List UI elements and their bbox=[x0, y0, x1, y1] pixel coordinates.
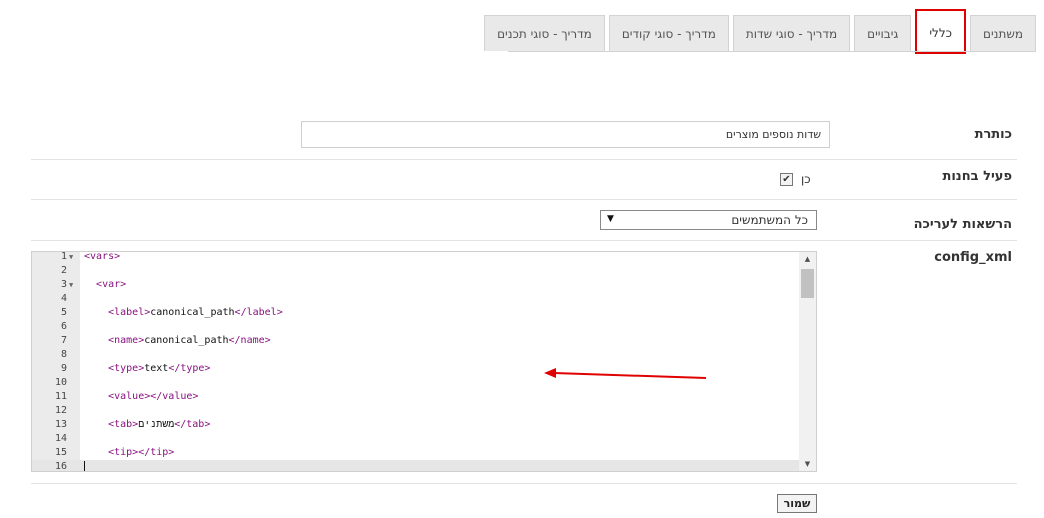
line-number: 10 bbox=[54, 377, 67, 388]
line-number: 11 bbox=[54, 391, 67, 402]
code-line-text: <value></value> bbox=[108, 391, 199, 402]
code-line[interactable]: 15 <tip></tip> bbox=[32, 446, 799, 460]
code-line[interactable]: 2 bbox=[32, 264, 799, 278]
scrollbar-thumb[interactable] bbox=[801, 269, 814, 298]
row-divider bbox=[31, 199, 1017, 200]
tab-guide-field-types[interactable]: מדריך - סוגי שדות bbox=[732, 15, 851, 51]
line-number: 4 bbox=[60, 293, 67, 304]
code-line-text: <name>canonical_path</name> bbox=[108, 335, 271, 346]
tab-bar-underline bbox=[508, 51, 1036, 52]
code-line[interactable]: 7 <name>canonical_path</name> bbox=[32, 334, 799, 348]
fold-toggle-icon[interactable]: ▼ bbox=[69, 278, 73, 292]
editor-vertical-scrollbar[interactable]: ▲ ▼ bbox=[799, 252, 816, 471]
code-line-text: <label>canonical_path</label> bbox=[108, 307, 283, 318]
tab-general[interactable]: כללי bbox=[915, 9, 966, 54]
line-number: 6 bbox=[60, 321, 67, 332]
code-line-text: <vars> bbox=[84, 251, 121, 262]
code-line[interactable]: 13 <tab>משתנים</tab> bbox=[32, 418, 799, 432]
line-number: 13 bbox=[54, 419, 67, 430]
code-line[interactable]: 5 <label>canonical_path</label> bbox=[32, 306, 799, 320]
line-number: 15 bbox=[54, 447, 67, 458]
title-label: כותרת bbox=[974, 127, 1012, 142]
active-in-store-label: פעיל בחנות bbox=[942, 169, 1012, 184]
code-line-text: <var> bbox=[96, 279, 127, 290]
tab-guide-code-types[interactable]: מדריך - סוגי קודים bbox=[608, 15, 729, 51]
code-line[interactable]: 14 bbox=[32, 432, 799, 446]
line-number: 9 bbox=[60, 363, 67, 374]
line-number: 8 bbox=[60, 349, 67, 360]
annotation-arrow-icon bbox=[544, 368, 707, 379]
scroll-up-arrow-icon[interactable]: ▲ bbox=[799, 252, 816, 266]
edit-permissions-select[interactable]: כל המשתמשים ▼ bbox=[600, 210, 817, 230]
edit-permissions-label: הרשאות לעריכה bbox=[913, 217, 1012, 232]
tab-guide-content-types[interactable]: מדריך - סוגי תכנים bbox=[484, 15, 605, 51]
code-line-text: <type>text</type> bbox=[108, 363, 211, 374]
line-number: 14 bbox=[54, 433, 67, 444]
line-number: 2 bbox=[60, 265, 67, 276]
active-in-store-checkbox[interactable]: ✔ bbox=[780, 172, 793, 186]
row-divider bbox=[31, 159, 1017, 160]
line-number: 12 bbox=[54, 405, 67, 416]
title-input-value: שדות נוספים מוצרים bbox=[725, 128, 821, 141]
line-number: 1 bbox=[60, 251, 67, 262]
scroll-down-arrow-icon[interactable]: ▼ bbox=[799, 457, 816, 471]
code-line[interactable]: 4 bbox=[32, 292, 799, 306]
dropdown-arrow-icon: ▼ bbox=[607, 214, 614, 224]
code-line-text: <tip></tip> bbox=[108, 447, 175, 458]
code-lines: 1 ▼ <vars> 2 3 ▼ <var> 4 5 <label>canonical_pat… bbox=[32, 251, 799, 472]
edit-permissions-value: כל המשתמשים bbox=[731, 213, 808, 227]
tab-backups[interactable]: גיבויים bbox=[854, 15, 912, 51]
text-cursor bbox=[84, 461, 85, 471]
code-line[interactable]: 3 ▼ <var> bbox=[32, 278, 799, 292]
title-input[interactable]: שדות נוספים מוצרים bbox=[301, 121, 830, 148]
code-line[interactable]: 11 <value></value> bbox=[32, 390, 799, 404]
active-in-store-option: ✔ כן bbox=[780, 172, 811, 186]
line-number: 3 bbox=[60, 279, 67, 290]
code-line[interactable]: 16 bbox=[32, 460, 799, 472]
active-in-store-yes-label: כן bbox=[801, 172, 811, 186]
code-line[interactable]: 8 bbox=[32, 348, 799, 362]
row-divider bbox=[31, 483, 1017, 484]
line-number: 5 bbox=[60, 307, 67, 318]
code-line[interactable]: 1 ▼ <vars> bbox=[32, 251, 799, 264]
config-xml-label: config_xml bbox=[934, 250, 1012, 265]
code-line[interactable]: 12 bbox=[32, 404, 799, 418]
tab-variables[interactable]: משתנים bbox=[970, 15, 1036, 51]
row-divider bbox=[31, 240, 1017, 241]
tab-bar: משתנים כללי גיבויים מדריך - סוגי שדות מד… bbox=[484, 9, 1036, 54]
settings-page: משתנים כללי גיבויים מדריך - סוגי שדות מד… bbox=[0, 0, 1044, 518]
line-number: 16 bbox=[54, 461, 67, 472]
code-line[interactable]: 6 bbox=[32, 320, 799, 334]
save-button[interactable]: שמור bbox=[777, 494, 817, 513]
xml-code-editor[interactable]: 1 ▼ <vars> 2 3 ▼ <var> 4 5 <label>canonical_pat… bbox=[31, 251, 817, 472]
code-line-text: <tab>משתנים</tab> bbox=[108, 419, 211, 430]
fold-toggle-icon[interactable]: ▼ bbox=[69, 252, 73, 264]
line-number: 7 bbox=[60, 335, 67, 346]
